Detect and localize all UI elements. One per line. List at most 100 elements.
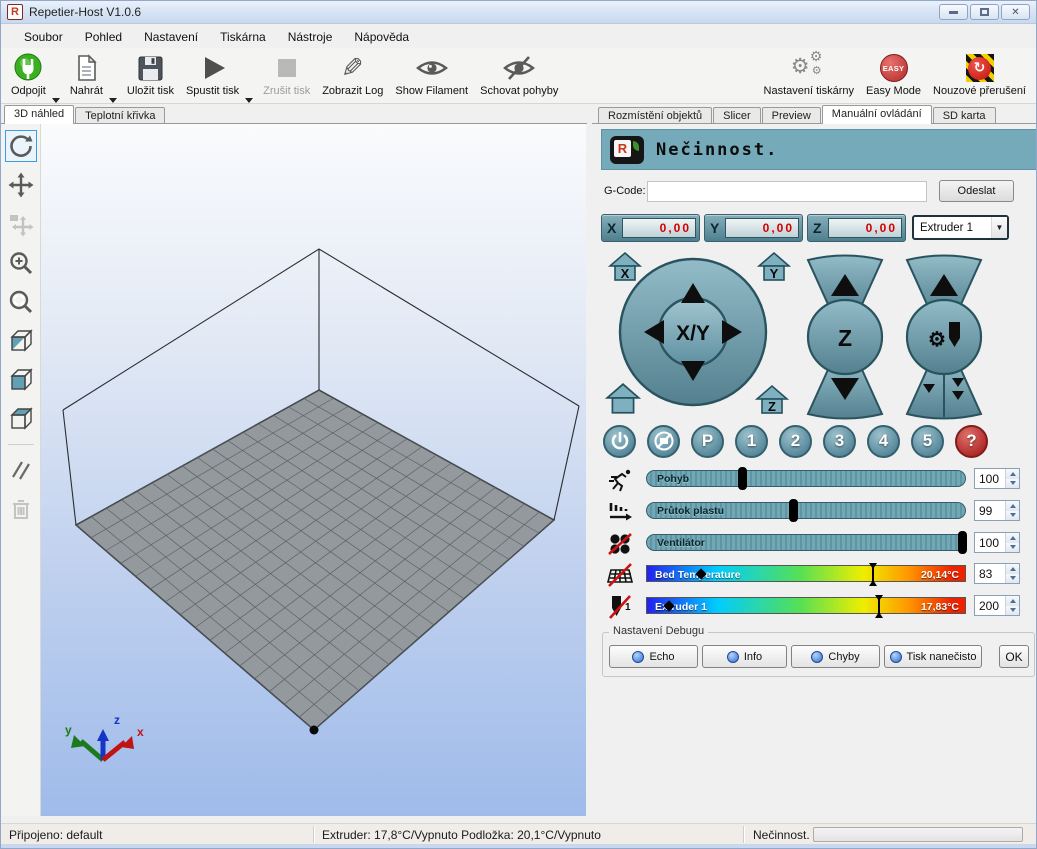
pan-view-button[interactable]: [5, 169, 37, 201]
pencil-icon: ✎: [341, 52, 364, 84]
spin-up-icon[interactable]: [1006, 596, 1019, 606]
spin-down-icon[interactable]: [1006, 543, 1019, 553]
script-2-button[interactable]: 2: [779, 425, 812, 458]
feedrate-slider-thumb[interactable]: [738, 467, 747, 490]
svg-text:Z: Z: [768, 399, 776, 414]
load-dropdown-icon[interactable]: [109, 98, 117, 103]
feedrate-spinner[interactable]: 100: [974, 468, 1020, 489]
z-jog-pad[interactable]: Z: [798, 254, 892, 420]
svg-text:Y: Y: [770, 266, 779, 281]
extruder-target-marker[interactable]: [874, 595, 884, 618]
spin-up-icon[interactable]: [1006, 564, 1019, 574]
motors-off-button[interactable]: [647, 425, 680, 458]
print-dropdown-icon[interactable]: [245, 98, 253, 103]
window-frame: [1, 844, 1036, 849]
extruder-jog-pad[interactable]: ⚙: [897, 254, 991, 420]
power-button[interactable]: [603, 425, 636, 458]
load-button[interactable]: Nahrát: [64, 51, 109, 97]
spin-down-icon[interactable]: [1006, 606, 1019, 616]
show-filament-button[interactable]: Show Filament: [389, 51, 474, 97]
extruder-select[interactable]: Extruder 1 ▼: [912, 215, 1009, 240]
zoom-fit-button[interactable]: [5, 286, 37, 318]
fan-slider[interactable]: Ventilátor: [646, 534, 966, 551]
close-button[interactable]: ✕: [1001, 4, 1030, 20]
tab-slicer[interactable]: Slicer: [713, 107, 761, 124]
tab-manual-control[interactable]: Manuální ovládání: [822, 105, 932, 124]
debug-info-button[interactable]: Info: [702, 645, 787, 668]
axis-label-y: y: [65, 723, 72, 737]
printer-settings-button[interactable]: ⚙⚙⚙ Nastavení tiskárny: [758, 51, 860, 97]
parallel-lines-icon: [8, 457, 34, 483]
show-log-button[interactable]: ✎ Zobrazit Log: [316, 51, 389, 97]
debug-echo-button[interactable]: Echo: [609, 645, 698, 668]
connect-dropdown-icon[interactable]: [52, 98, 60, 103]
debug-dry-run-button[interactable]: Tisk nanečisto: [884, 645, 982, 668]
xy-jog-pad[interactable]: X/Y: [618, 257, 768, 407]
bed-target-marker[interactable]: [868, 563, 878, 586]
menu-nastaveni[interactable]: Nastavení: [133, 26, 209, 48]
app-logo-icon: R: [7, 4, 23, 20]
view-top-button[interactable]: [5, 403, 37, 435]
spin-up-icon[interactable]: [1006, 533, 1019, 543]
save-print-button[interactable]: Uložit tisk: [121, 51, 180, 97]
stop-icon: [272, 52, 302, 84]
tab-3d-view[interactable]: 3D náhled: [4, 105, 74, 124]
menu-soubor[interactable]: Soubor: [13, 26, 74, 48]
emergency-stop-button[interactable]: ↻ Nouzové přerušení: [927, 51, 1032, 97]
minimize-button[interactable]: [939, 4, 968, 20]
script-5-button[interactable]: 5: [911, 425, 944, 458]
spin-down-icon[interactable]: [1006, 511, 1019, 521]
spin-up-icon[interactable]: [1006, 469, 1019, 479]
script-4-button[interactable]: 4: [867, 425, 900, 458]
menu-pohled[interactable]: Pohled: [74, 26, 133, 48]
flow-spinner[interactable]: 99: [974, 500, 1020, 521]
tab-sd-card[interactable]: SD karta: [933, 107, 996, 124]
bed-temperature-reading: 20,14°C: [921, 569, 959, 581]
menu-tiskarna[interactable]: Tiskárna: [209, 26, 277, 48]
extruder-temperature-slider[interactable]: Extruder 1 17,83°C: [646, 597, 966, 614]
bed-temperature-slider[interactable]: Bed Temperature 20,14°C: [646, 565, 966, 582]
spin-down-icon[interactable]: [1006, 574, 1019, 584]
send-gcode-button[interactable]: Odeslat: [939, 180, 1014, 202]
debug-errors-button[interactable]: Chyby: [791, 645, 880, 668]
maximize-button[interactable]: [970, 4, 999, 20]
floppy-icon: [135, 52, 165, 84]
spin-up-icon[interactable]: [1006, 501, 1019, 511]
menu-nastroje[interactable]: Nástroje: [277, 26, 344, 48]
zoom-in-button[interactable]: [5, 247, 37, 279]
tab-temperature-curve[interactable]: Teplotní křivka: [75, 107, 165, 124]
power-icon: [610, 431, 630, 451]
help-button[interactable]: ?: [955, 425, 988, 458]
delete-object-button[interactable]: [5, 493, 37, 525]
flow-slider-thumb[interactable]: [789, 499, 798, 522]
document-icon: [71, 52, 101, 84]
fan-slider-thumb[interactable]: [958, 531, 967, 554]
move-object-button[interactable]: [5, 208, 37, 240]
view-iso-button[interactable]: [5, 325, 37, 357]
parallel-projection-button[interactable]: [5, 454, 37, 486]
extruder-temperature-spinner[interactable]: 200: [974, 595, 1020, 616]
flow-slider[interactable]: Průtok plastu: [646, 502, 966, 519]
menu-napoveda[interactable]: Nápověda: [343, 26, 420, 48]
printer-status-text: Nečinnost.: [656, 140, 778, 160]
gcode-input[interactable]: [647, 181, 927, 202]
view-front-button[interactable]: [5, 364, 37, 396]
z-position-display: 0,00: [828, 218, 902, 238]
tab-preview[interactable]: Preview: [762, 107, 821, 124]
fan-spinner[interactable]: 100: [974, 532, 1020, 553]
start-print-button[interactable]: Spustit tisk: [180, 51, 245, 97]
park-button[interactable]: P: [691, 425, 724, 458]
script-3-button[interactable]: 3: [823, 425, 856, 458]
tab-object-placement[interactable]: Rozmístění objektů: [598, 107, 712, 124]
spin-down-icon[interactable]: [1006, 479, 1019, 489]
viewport-3d[interactable]: y z x: [41, 124, 586, 816]
bed-temperature-spinner[interactable]: 83: [974, 563, 1020, 584]
cancel-print-button[interactable]: Zrušit tisk: [257, 51, 316, 97]
disconnect-button[interactable]: Odpojit: [5, 51, 52, 97]
hide-travel-button[interactable]: Schovat pohyby: [474, 51, 564, 97]
easy-mode-button[interactable]: EASY Easy Mode: [860, 51, 927, 97]
debug-ok-button[interactable]: OK: [999, 645, 1029, 668]
feedrate-slider[interactable]: Pohyb: [646, 470, 966, 487]
script-1-button[interactable]: 1: [735, 425, 768, 458]
rotate-view-button[interactable]: [5, 130, 37, 162]
